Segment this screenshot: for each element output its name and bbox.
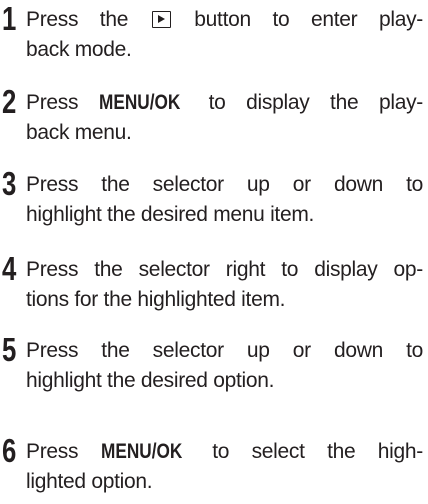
step-text: Press MENU/OK to display the play- back … [26,88,423,148]
step-text: Press the selector right to display op- … [26,255,423,315]
step-line: Press MENU/OK to select the high- [26,437,423,467]
step-line: highlight the desired option. [26,369,275,392]
menu-ok-button-label: MENU/OK [98,91,181,114]
step-number: 2 [2,83,16,120]
playback-button-icon [151,11,171,28]
step-number: 5 [2,331,16,368]
step-number: 4 [2,250,16,287]
menu-ok-button-label: MENU/OK [100,440,182,463]
step-line: highlight the desired menu item. [26,203,315,226]
step-text: Press the selector up or down to highlig… [26,336,423,396]
step-line: back menu. [26,121,132,144]
step-line: lighted option. [26,470,153,493]
step-line: Press the button to enter play- [26,8,423,31]
step-line: Press MENU/OK to display the play- [26,88,423,118]
step-line: Press the selector up or down to [26,173,423,196]
step-number: 3 [2,165,16,202]
step-number: 6 [2,432,16,469]
step-text: Press MENU/OK to select the high- lighte… [26,437,423,497]
step-line: back mode. [26,38,132,61]
step-line: Press the selector right to display op- [26,258,423,281]
step-line: tions for the highlighted item. [26,288,286,311]
step-text: Press the button to enter play- back mod… [26,5,423,65]
step-number: 1 [2,0,16,37]
step-line: Press the selector up or down to [26,339,423,362]
step-text: Press the selector up or down to highlig… [26,170,423,230]
